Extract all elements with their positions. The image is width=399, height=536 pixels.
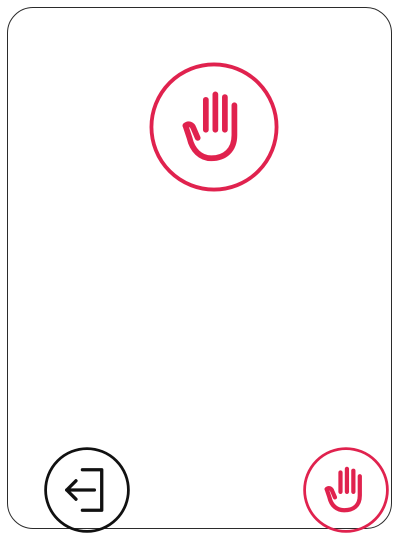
raise-hand-button[interactable] (300, 444, 392, 536)
card (7, 7, 392, 533)
raised-hand-large-icon (146, 59, 282, 195)
exit-button[interactable] (41, 444, 133, 536)
